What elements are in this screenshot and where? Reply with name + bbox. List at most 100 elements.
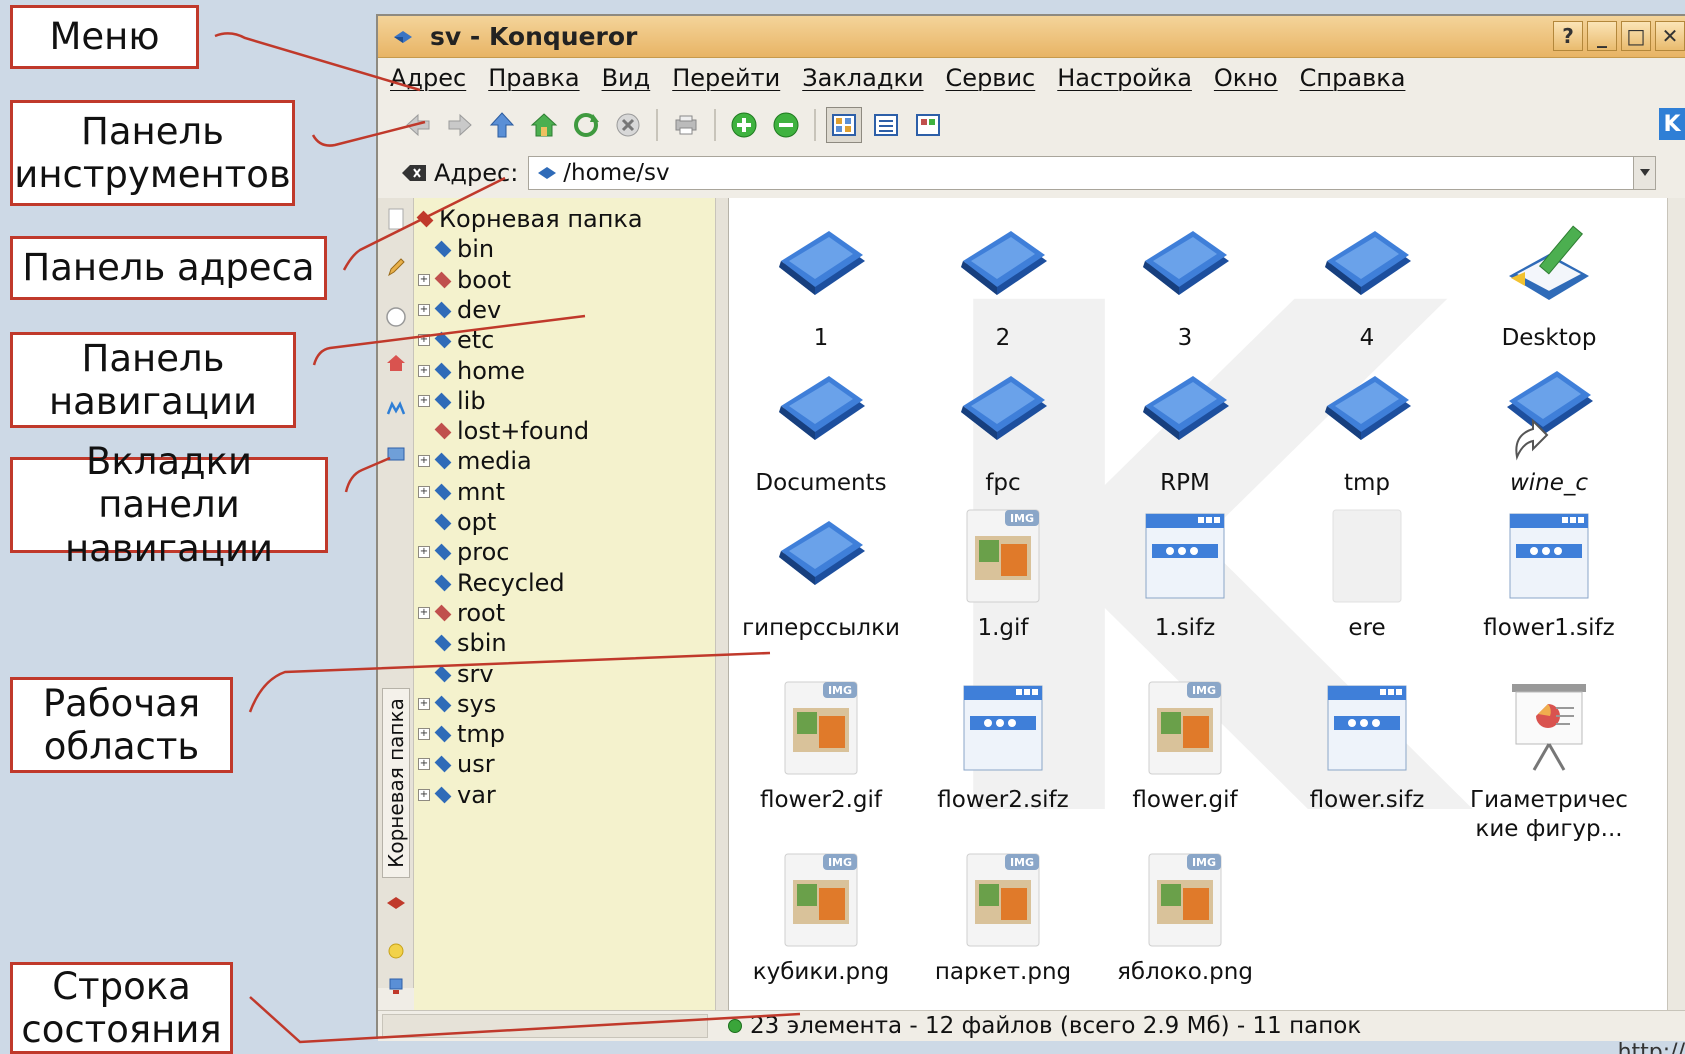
expand-icon[interactable]: + [418, 697, 430, 710]
tree-item-var[interactable]: + var [418, 780, 496, 810]
file-item-wine-c[interactable]: wine_c [1463, 351, 1635, 511]
file-item-1-sifz[interactable]: 1.sifz [1099, 496, 1271, 656]
tree-item-proc[interactable]: + proc [418, 537, 509, 567]
file-item-3[interactable]: 3 [1099, 206, 1271, 366]
expand-icon[interactable]: + [418, 758, 430, 771]
vertical-scrollbar[interactable] [1667, 198, 1685, 1010]
file-item-2[interactable]: 2 [917, 206, 1089, 366]
expand-icon[interactable]: + [418, 273, 430, 286]
file-item-desktop[interactable]: Desktop [1463, 206, 1635, 366]
list-view-button[interactable] [868, 107, 904, 143]
tree-item-boot[interactable]: + boot [418, 265, 511, 295]
expand-icon[interactable]: + [418, 485, 430, 498]
menu-view[interactable]: Вид [602, 64, 651, 92]
stop-button[interactable] [610, 107, 646, 143]
icon-view-button[interactable] [826, 107, 862, 143]
tree-item-sbin[interactable]: sbin [418, 628, 507, 658]
tree-item-etc[interactable]: + etc [418, 325, 494, 355]
back-button[interactable] [400, 107, 436, 143]
expand-icon[interactable]: + [418, 334, 430, 347]
file-item-flower-sifz[interactable]: flower.sifz [1281, 668, 1453, 828]
tree-item-tmp[interactable]: + tmp [418, 719, 505, 749]
file-item-documents[interactable]: Documents [735, 351, 907, 511]
expand-icon[interactable]: + [418, 606, 430, 619]
tree-item-mnt[interactable]: + mnt [418, 477, 505, 507]
menu-edit[interactable]: Правка [488, 64, 579, 92]
close-button[interactable]: ✕ [1655, 21, 1685, 51]
tree-item-usr[interactable]: + usr [418, 749, 495, 779]
file-item-паркет-png[interactable]: IMG паркет.png [917, 840, 1089, 1000]
sidebar-tab-history[interactable] [383, 254, 409, 280]
menu-go[interactable]: Перейти [672, 64, 780, 92]
tree-item-media[interactable]: + media [418, 446, 532, 476]
address-input[interactable]: /home/sv [528, 156, 1635, 190]
tree-item-opt[interactable]: opt [418, 507, 496, 537]
expand-icon[interactable]: + [418, 455, 430, 468]
tree-item-sys[interactable]: + sys [418, 689, 496, 719]
sidebar-tab-network[interactable] [383, 442, 409, 468]
tree-item-dev[interactable]: + dev [418, 295, 501, 325]
menu-bookmarks[interactable]: Закладки [802, 64, 923, 92]
tree-root[interactable]: Корневая папка [416, 204, 643, 234]
file-item-flower2-sifz[interactable]: flower2.sifz [917, 668, 1089, 828]
tree-item-root[interactable]: + root [418, 598, 505, 628]
sidebar-tab-root-icon[interactable] [383, 890, 409, 916]
file-item-rpm[interactable]: RPM [1099, 351, 1271, 511]
sidebar-tab-remote[interactable] [383, 974, 409, 1000]
expand-icon[interactable]: + [418, 546, 430, 559]
file-item-flower1-sifz[interactable]: flower1.sifz [1463, 496, 1635, 656]
file-item-яблоко-png[interactable]: IMG яблоко.png [1099, 840, 1271, 1000]
maximize-button[interactable]: □ [1621, 21, 1651, 51]
menu-address[interactable]: Адрес [390, 64, 466, 92]
expand-icon[interactable]: + [418, 394, 430, 407]
file-item-1-gif[interactable]: IMG 1.gif [917, 496, 1089, 656]
menu-settings[interactable]: Настройка [1057, 64, 1192, 92]
file-item-4[interactable]: 4 [1281, 206, 1453, 366]
sidebar-tab-bookmarks[interactable] [383, 206, 409, 232]
file-item-гиперссылки[interactable]: гиперссылки [735, 496, 907, 656]
sidebar-tab-home[interactable] [383, 350, 409, 376]
expand-icon[interactable]: + [418, 728, 430, 741]
tree-item-home[interactable]: + home [418, 356, 525, 386]
file-item-кубики-png[interactable]: IMG кубики.png [735, 840, 907, 1000]
menu-window[interactable]: Окно [1214, 64, 1278, 92]
file-item-ere[interactable]: ere [1281, 496, 1453, 656]
tree-item-bin[interactable]: bin [418, 234, 494, 264]
folder-icon [434, 331, 452, 349]
konqueror-app-icon[interactable] [392, 26, 414, 48]
sidebar-tab-media[interactable] [383, 396, 409, 422]
expand-icon[interactable]: + [418, 303, 430, 316]
tree-item-label: srv [457, 659, 494, 688]
home-button[interactable] [526, 107, 562, 143]
zoom-out-button[interactable] [768, 107, 804, 143]
sidebar-tab-clock[interactable] [383, 304, 409, 330]
tree-item-lib[interactable]: + lib [418, 386, 486, 416]
sidebar-tab-services[interactable] [383, 938, 409, 964]
file-item-гиаметричес-кие-фигур-[interactable]: Гиаметричес кие фигур... [1463, 668, 1635, 842]
panel-splitter[interactable] [716, 198, 728, 1010]
tree-item-lost-found[interactable]: lost+found [418, 416, 589, 446]
zoom-in-button[interactable] [726, 107, 762, 143]
preview-view-button[interactable] [910, 107, 946, 143]
sidebar-tab-root-folder[interactable]: Корневая папка [382, 688, 410, 878]
menu-help[interactable]: Справка [1300, 64, 1406, 92]
file-item-fpc[interactable]: fpc [917, 351, 1089, 511]
help-button[interactable]: ? [1553, 21, 1583, 51]
reload-button[interactable] [568, 107, 604, 143]
forward-button[interactable] [442, 107, 478, 143]
clear-address-icon[interactable] [400, 161, 428, 185]
tree-item-srv[interactable]: srv [418, 659, 494, 689]
file-item-flower-gif[interactable]: IMG flower.gif [1099, 668, 1271, 828]
title-bar[interactable]: sv - Konqueror ? _ □ ✕ [378, 16, 1685, 58]
up-button[interactable] [484, 107, 520, 143]
expand-icon[interactable]: + [418, 788, 430, 801]
print-button[interactable] [668, 107, 704, 143]
tree-item-recycled[interactable]: Recycled [418, 568, 565, 598]
file-item-flower2-gif[interactable]: IMG flower2.gif [735, 668, 907, 828]
file-item-tmp[interactable]: tmp [1281, 351, 1453, 511]
expand-icon[interactable]: + [418, 364, 430, 377]
menu-tools[interactable]: Сервис [946, 64, 1036, 92]
minimize-button[interactable]: _ [1587, 21, 1617, 51]
address-dropdown-button[interactable] [1634, 156, 1657, 190]
file-item-1[interactable]: 1 [735, 206, 907, 366]
